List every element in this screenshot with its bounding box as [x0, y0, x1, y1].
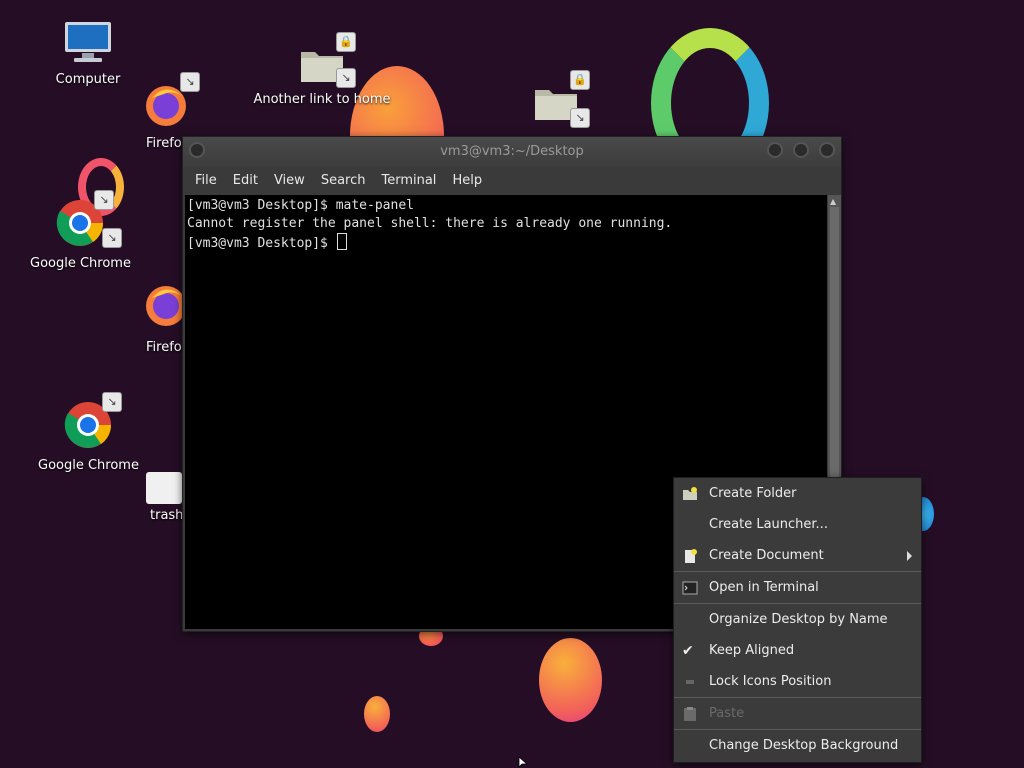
close-button[interactable] [819, 142, 835, 158]
trash-icon [146, 472, 182, 504]
link-emblem-icon: ↘ [570, 108, 590, 128]
menu-view[interactable]: View [266, 167, 313, 195]
link-emblem-icon: ↘ [336, 68, 356, 88]
link-emblem-icon: ↘ [180, 72, 200, 92]
menu-item-create-folder[interactable]: Create Folder [674, 478, 921, 509]
menu-item-lock-icons[interactable]: Lock Icons Position [674, 666, 921, 697]
mouse-pointer-icon [518, 757, 528, 768]
window-title: vm3@vm3:~/Desktop [440, 144, 584, 159]
terminal-cursor [336, 233, 347, 250]
scroll-up-icon[interactable]: ▲ [830, 197, 836, 206]
menu-item-create-document[interactable]: Create Document [674, 540, 921, 571]
menu-item-label: Paste [709, 706, 745, 721]
lock-emblem-icon: 🔒 [570, 70, 590, 90]
new-document-icon [685, 549, 697, 563]
terminal-prompt-line: [vm3@vm3 Desktop]$ [187, 233, 825, 253]
terminal-line: Cannot register the panel shell: there i… [187, 216, 673, 231]
desktop-icon-folder-locked[interactable]: 🔒 ↘ [506, 70, 606, 128]
menu-item-label: Create Folder [709, 486, 797, 501]
menu-item-change-background[interactable]: Change Desktop Background [674, 730, 921, 761]
desktop-icon-label: Google Chrome [38, 458, 139, 473]
lock-emblem-icon: 🔒 [336, 32, 356, 52]
menu-file[interactable]: File [187, 167, 225, 195]
terminal-titlebar[interactable]: vm3@vm3:~/Desktop [183, 137, 841, 167]
menu-item-label: Create Launcher... [709, 517, 828, 532]
wallpaper-bottom-blob [539, 638, 602, 722]
menu-terminal[interactable]: Terminal [373, 167, 444, 195]
terminal-icon [682, 581, 698, 595]
menu-item-label: Create Document [709, 548, 824, 563]
link-emblem-icon: ↘ [102, 392, 122, 412]
checkmark-icon: ✔ [682, 643, 694, 659]
menu-item-create-launcher[interactable]: Create Launcher... [674, 509, 921, 540]
menu-item-paste[interactable]: Paste [674, 698, 921, 729]
terminal-prompt: [vm3@vm3 Desktop]$ [187, 236, 336, 251]
menu-item-label: Keep Aligned [709, 643, 795, 658]
desktop-icon-computer[interactable]: Computer [38, 20, 138, 87]
desktop-icon-label: Google Chrome [30, 256, 131, 271]
desktop-icon-google-chrome-top[interactable]: ↘ ↘ Google Chrome [30, 190, 131, 271]
minimize-button[interactable] [767, 142, 783, 158]
menu-item-keep-aligned[interactable]: ✔ Keep Aligned [674, 635, 921, 666]
terminal-menubar: File Edit View Search Terminal Help [183, 167, 841, 195]
menu-edit[interactable]: Edit [225, 167, 266, 195]
menu-item-label: Open in Terminal [709, 580, 819, 595]
menu-item-label: Change Desktop Background [709, 738, 899, 753]
unchecked-indicator-icon [686, 680, 694, 684]
desktop-context-menu: Create Folder Create Launcher... Create … [673, 477, 922, 763]
link-emblem-icon: ↘ [102, 228, 122, 248]
desktop-icon-label: Another link to home [253, 92, 391, 107]
new-folder-icon [683, 487, 697, 500]
window-menu-button[interactable] [189, 142, 205, 158]
desktop-icon-another-link-to-home[interactable]: 🔒 ↘ Another link to home [253, 32, 391, 107]
menu-item-open-in-terminal[interactable]: Open in Terminal [674, 572, 921, 603]
wallpaper-small-blob [364, 696, 390, 732]
menu-item-label: Organize Desktop by Name [709, 612, 888, 627]
submenu-arrow-icon [907, 551, 912, 561]
terminal-line: [vm3@vm3 Desktop]$ mate-panel [187, 198, 414, 213]
paste-icon [684, 707, 696, 721]
computer-icon [65, 22, 111, 62]
link-emblem-icon: ↘ [94, 190, 114, 210]
menu-item-organize-desktop[interactable]: Organize Desktop by Name [674, 604, 921, 635]
menu-help[interactable]: Help [444, 167, 490, 195]
desktop-icon-google-chrome-bottom[interactable]: ↘ Google Chrome [38, 392, 139, 473]
maximize-button[interactable] [793, 142, 809, 158]
menu-item-label: Lock Icons Position [709, 674, 832, 689]
menu-search[interactable]: Search [313, 167, 374, 195]
